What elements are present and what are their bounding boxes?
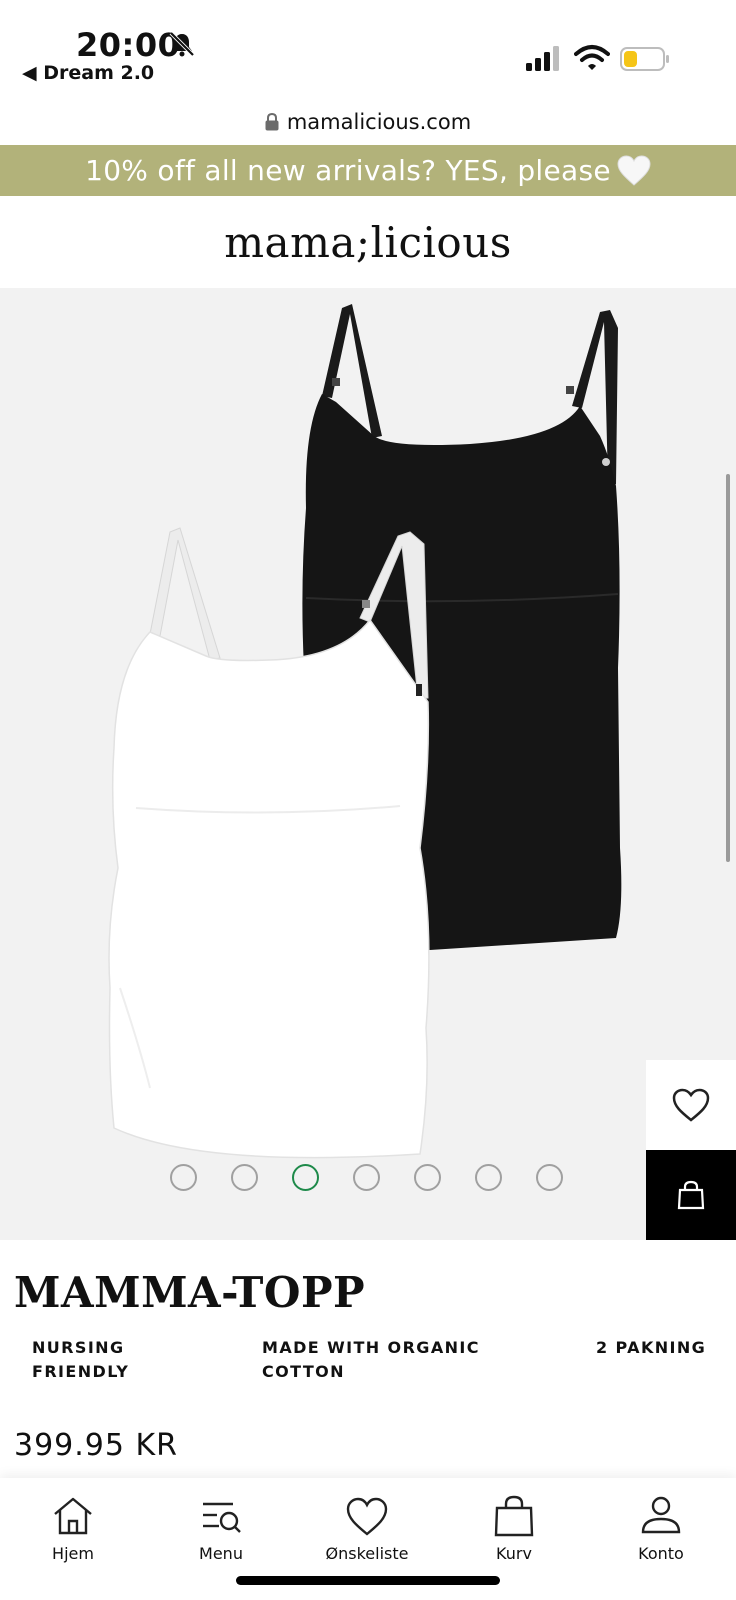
heart-outline-icon — [672, 1088, 710, 1122]
gallery-pagination — [170, 1164, 563, 1191]
heart-icon — [346, 1497, 388, 1536]
user-icon — [641, 1496, 681, 1534]
wifi-icon — [574, 45, 610, 70]
product-title: MAMMA-TOPP — [14, 1268, 366, 1317]
scrollbar[interactable] — [726, 474, 730, 862]
nav-item-cart[interactable]: Kurv — [459, 1494, 569, 1563]
feature-organic-cotton: MADE WITH ORGANIC COTTON — [262, 1338, 480, 1381]
gallery-dot[interactable] — [170, 1164, 197, 1191]
home-indicator[interactable] — [236, 1576, 500, 1585]
home-icon — [54, 1497, 92, 1535]
clock: 20:00 — [76, 26, 181, 64]
white-heart-icon — [617, 154, 651, 186]
header: mama;licious — [0, 196, 736, 288]
bag-icon — [494, 1495, 534, 1537]
nav-label-account: Konto — [638, 1544, 684, 1563]
back-to-app-link[interactable]: ◀ Dream 2.0 — [22, 62, 154, 84]
feature-pack-size: 2 PAKNING — [596, 1338, 707, 1357]
status-bar: 20:00 ◀ Dream 2.0 — [0, 0, 736, 100]
cellular-signal-icon — [526, 46, 559, 71]
nav-item-wishlist[interactable]: Ønskeliste — [312, 1494, 422, 1563]
lock-icon — [265, 113, 279, 131]
battery-icon — [620, 47, 669, 71]
nav-label-cart: Kurv — [496, 1544, 532, 1563]
product-image — [108, 304, 622, 1159]
gallery-dot[interactable] — [414, 1164, 441, 1191]
nav-label-wishlist: Ønskeliste — [325, 1544, 409, 1563]
url-text: mamalicious.com — [286, 110, 472, 134]
bell-muted-icon — [169, 31, 195, 57]
gallery-dot[interactable] — [475, 1164, 502, 1191]
product-price: 399.95 KR — [14, 1428, 179, 1463]
add-to-wishlist-button[interactable] — [646, 1060, 736, 1150]
gallery-dot[interactable] — [231, 1164, 258, 1191]
promo-text: 10% off all new arrivals? YES, please — [85, 154, 611, 187]
add-to-cart-button[interactable] — [646, 1150, 736, 1240]
nav-label-home: Hjem — [52, 1544, 94, 1563]
brand-logo[interactable]: mama;licious — [224, 218, 512, 267]
gallery-dot[interactable] — [292, 1164, 319, 1191]
gallery-dot[interactable] — [536, 1164, 563, 1191]
shopping-bag-icon — [677, 1180, 705, 1210]
nav-item-menu[interactable]: Menu — [166, 1494, 276, 1563]
address-bar[interactable]: mamalicious.com — [0, 100, 736, 144]
nav-label-menu: Menu — [199, 1544, 243, 1563]
feature-nursing-friendly: NURSING FRIENDLY — [32, 1338, 130, 1381]
nav-item-home[interactable]: Hjem — [18, 1494, 128, 1563]
promo-banner[interactable]: 10% off all new arrivals? YES, please — [0, 145, 736, 196]
product-gallery[interactable] — [0, 288, 736, 1240]
gallery-dot[interactable] — [353, 1164, 380, 1191]
nav-item-account[interactable]: Konto — [606, 1494, 716, 1563]
menu-search-icon — [203, 1502, 241, 1533]
